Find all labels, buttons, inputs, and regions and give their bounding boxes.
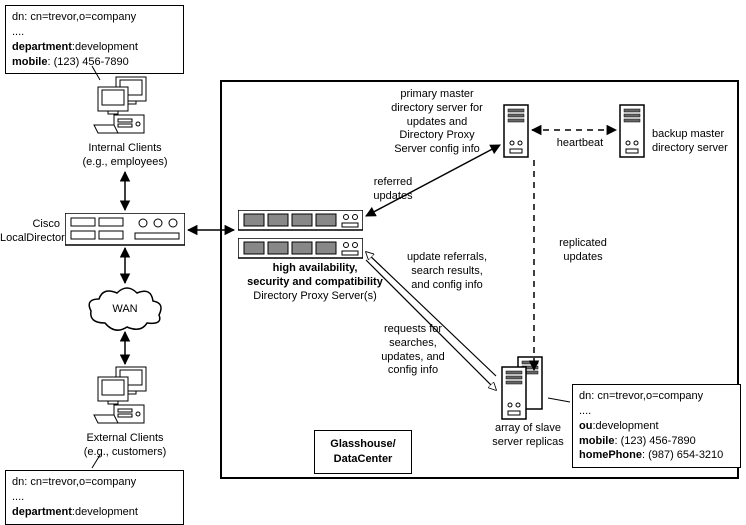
text: replicated [559, 237, 607, 249]
primary-master-icon [502, 103, 530, 159]
text: department [12, 506, 72, 518]
text: directory server [652, 142, 728, 154]
wan-label: WAN [108, 303, 142, 317]
text: .... [579, 404, 734, 419]
text: dn: cn=trevor,o=company [12, 10, 177, 25]
text: department [12, 41, 72, 53]
replicated-updates-label: replicated updates [548, 237, 618, 265]
text: Directory Proxy [399, 129, 474, 141]
text: config info [388, 364, 438, 376]
referred-updates-label: referred updates [358, 176, 428, 204]
backup-master-icon [618, 103, 646, 159]
slave-servers-label: array of slave server replicas [483, 422, 573, 450]
primary-master-label: primary master directory server for upda… [378, 88, 496, 157]
text: mobile [12, 56, 47, 68]
text: Internal Clients [88, 142, 161, 154]
text: updates [563, 251, 602, 263]
text: : (987) 654-3210 [642, 449, 723, 461]
text: homePhone [579, 449, 642, 461]
ldap-entry-top: dn: cn=trevor,o=company .... department:… [5, 5, 184, 74]
text: directory server for [391, 102, 483, 114]
text: :development [72, 41, 138, 53]
ldap-entry-bottom: dn: cn=trevor,o=company .... department:… [5, 470, 184, 525]
ldap-entry-right: dn: cn=trevor,o=company .... ou:developm… [572, 384, 741, 468]
cisco-localdirector-icon [65, 213, 185, 248]
text: array of slave [495, 422, 561, 434]
cisco-label: Cisco LocalDirector [0, 218, 60, 246]
datacenter-label-box: Glasshouse/ DataCenter [314, 430, 412, 474]
text: heartbeat [557, 137, 603, 149]
text: LocalDirector [0, 232, 65, 244]
text: DataCenter [334, 453, 393, 465]
text: requests for [384, 323, 442, 335]
slave-servers-icon [498, 355, 546, 421]
text: update referrals, [407, 251, 487, 263]
text: high availability, [273, 262, 358, 274]
text: security and compatibility [247, 276, 383, 288]
internal-clients-icon [90, 75, 155, 140]
text: Server config info [394, 143, 480, 155]
external-clients-icon [90, 365, 155, 430]
proxy-server-top-icon [238, 210, 363, 232]
text: updates [373, 190, 412, 202]
text: Cisco [32, 218, 60, 230]
external-clients-label: External Clients (e.g., customers) [75, 432, 175, 460]
text: Glasshouse/ [330, 438, 395, 450]
text: dn: cn=trevor,o=company [579, 389, 734, 404]
text: updates and [407, 116, 468, 128]
text: :development [592, 420, 658, 432]
text: Directory Proxy Server(s) [253, 290, 376, 302]
text: referred [374, 176, 413, 188]
text: .... [12, 25, 177, 40]
update-referrals-label: update referrals, search results, and co… [397, 251, 497, 292]
text: dn: cn=trevor,o=company [12, 475, 177, 490]
text: search results, [411, 265, 483, 277]
text: primary master [400, 88, 473, 100]
text: and config info [411, 279, 483, 291]
internal-clients-label: Internal Clients (e.g., employees) [75, 142, 175, 170]
text: updates, and [381, 351, 445, 363]
text: backup master [652, 128, 724, 140]
text: server replicas [492, 436, 564, 448]
text: ou [579, 420, 592, 432]
text: : (123) 456-7890 [614, 435, 695, 447]
text: :development [72, 506, 138, 518]
requests-label: requests for searches, updates, and conf… [374, 323, 452, 378]
text: : (123) 456-7890 [47, 56, 128, 68]
text: External Clients [86, 432, 163, 444]
proxy-server-bottom-icon [238, 238, 363, 260]
proxy-servers-label: high availability, security and compatib… [235, 262, 395, 303]
text: WAN [112, 303, 137, 315]
heartbeat-label: heartbeat [555, 137, 605, 151]
text: mobile [579, 435, 614, 447]
text: (e.g., customers) [84, 446, 167, 458]
text: searches, [389, 337, 437, 349]
backup-master-label: backup master directory server [652, 128, 742, 156]
text: .... [12, 490, 177, 505]
text: (e.g., employees) [83, 156, 168, 168]
